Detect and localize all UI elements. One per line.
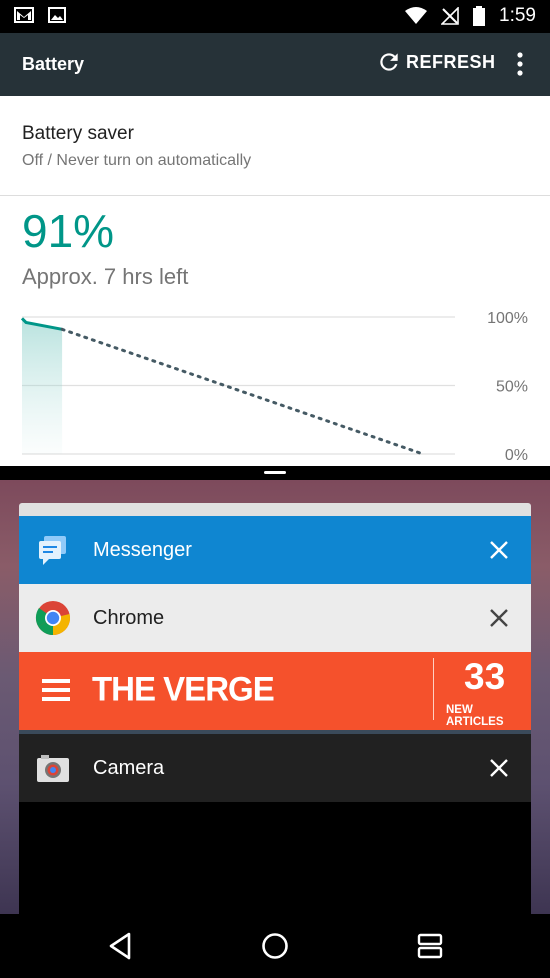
recent-card-header[interactable]: Camera (19, 734, 531, 802)
refresh-label: REFRESH (406, 51, 496, 72)
recent-card-title: Messenger (93, 539, 192, 561)
y-tick-label: 100% (487, 310, 528, 327)
messenger-icon (39, 536, 66, 565)
recent-card-header[interactable]: Messenger (19, 516, 531, 584)
battery-history-chart: 100% 50% 0% (20, 310, 528, 464)
navigation-bar (0, 914, 550, 978)
y-tick-label: 0% (505, 447, 528, 464)
recent-card-messenger[interactable]: Messenger (19, 516, 531, 584)
battery-percent: 91% (22, 205, 115, 257)
close-icon[interactable] (487, 606, 511, 630)
overflow-menu-icon[interactable] (506, 49, 534, 81)
recent-card-title: Camera (93, 757, 165, 779)
camera-icon (37, 755, 69, 782)
recent-card-header[interactable]: Chrome (19, 584, 531, 652)
battery-saver-title: Battery saver (22, 123, 134, 144)
close-icon[interactable] (487, 756, 511, 780)
no-signal-icon (441, 7, 459, 25)
recents-split-icon[interactable] (414, 930, 446, 962)
back-icon[interactable] (105, 930, 137, 962)
verge-site-header: THE VERGE 33 NEW ARTICLES (19, 652, 531, 730)
clock: 1:59 (499, 5, 536, 26)
battery-icon (473, 6, 486, 26)
recent-apps: Messenger Chrome THE VERGE 33 NEW ARTICL… (0, 480, 550, 914)
app-bar: Battery REFRESH (0, 33, 550, 96)
verge-logo[interactable]: THE VERGE (92, 669, 275, 709)
battery-saver-item[interactable]: Battery saver Off / Never turn on automa… (0, 96, 550, 196)
refresh-button[interactable]: REFRESH (376, 49, 496, 75)
recent-card-title: Chrome (93, 607, 165, 629)
recent-card-chrome[interactable]: Chrome THE VERGE 33 NEW ARTICLES (19, 584, 531, 736)
battery-estimate: Approx. 7 hrs left (22, 264, 189, 289)
wifi-icon (405, 7, 428, 24)
projection-line (60, 327, 425, 456)
article-count-label: NEW ARTICLES (446, 704, 504, 728)
status-bar: 1:59 (0, 0, 550, 33)
recent-card-camera[interactable]: Camera (19, 734, 531, 914)
history-area (22, 318, 63, 454)
stacked-card-edge (19, 503, 531, 517)
article-count: 33 (464, 656, 506, 697)
gmail-icon (14, 7, 34, 23)
verge-divider (433, 658, 434, 720)
home-icon[interactable] (259, 930, 291, 962)
hamburger-menu-icon[interactable] (42, 679, 70, 701)
camera-preview (19, 802, 531, 914)
battery-saver-subtitle: Off / Never turn on automatically (22, 152, 252, 169)
close-icon[interactable] (487, 538, 511, 562)
chrome-icon (35, 601, 70, 635)
split-screen-handle[interactable] (264, 471, 286, 474)
y-tick-label: 50% (496, 379, 528, 396)
refresh-icon (380, 53, 398, 71)
battery-panel: Battery saver Off / Never turn on automa… (0, 96, 550, 466)
page-title: Battery (22, 54, 85, 74)
image-icon (48, 7, 66, 23)
